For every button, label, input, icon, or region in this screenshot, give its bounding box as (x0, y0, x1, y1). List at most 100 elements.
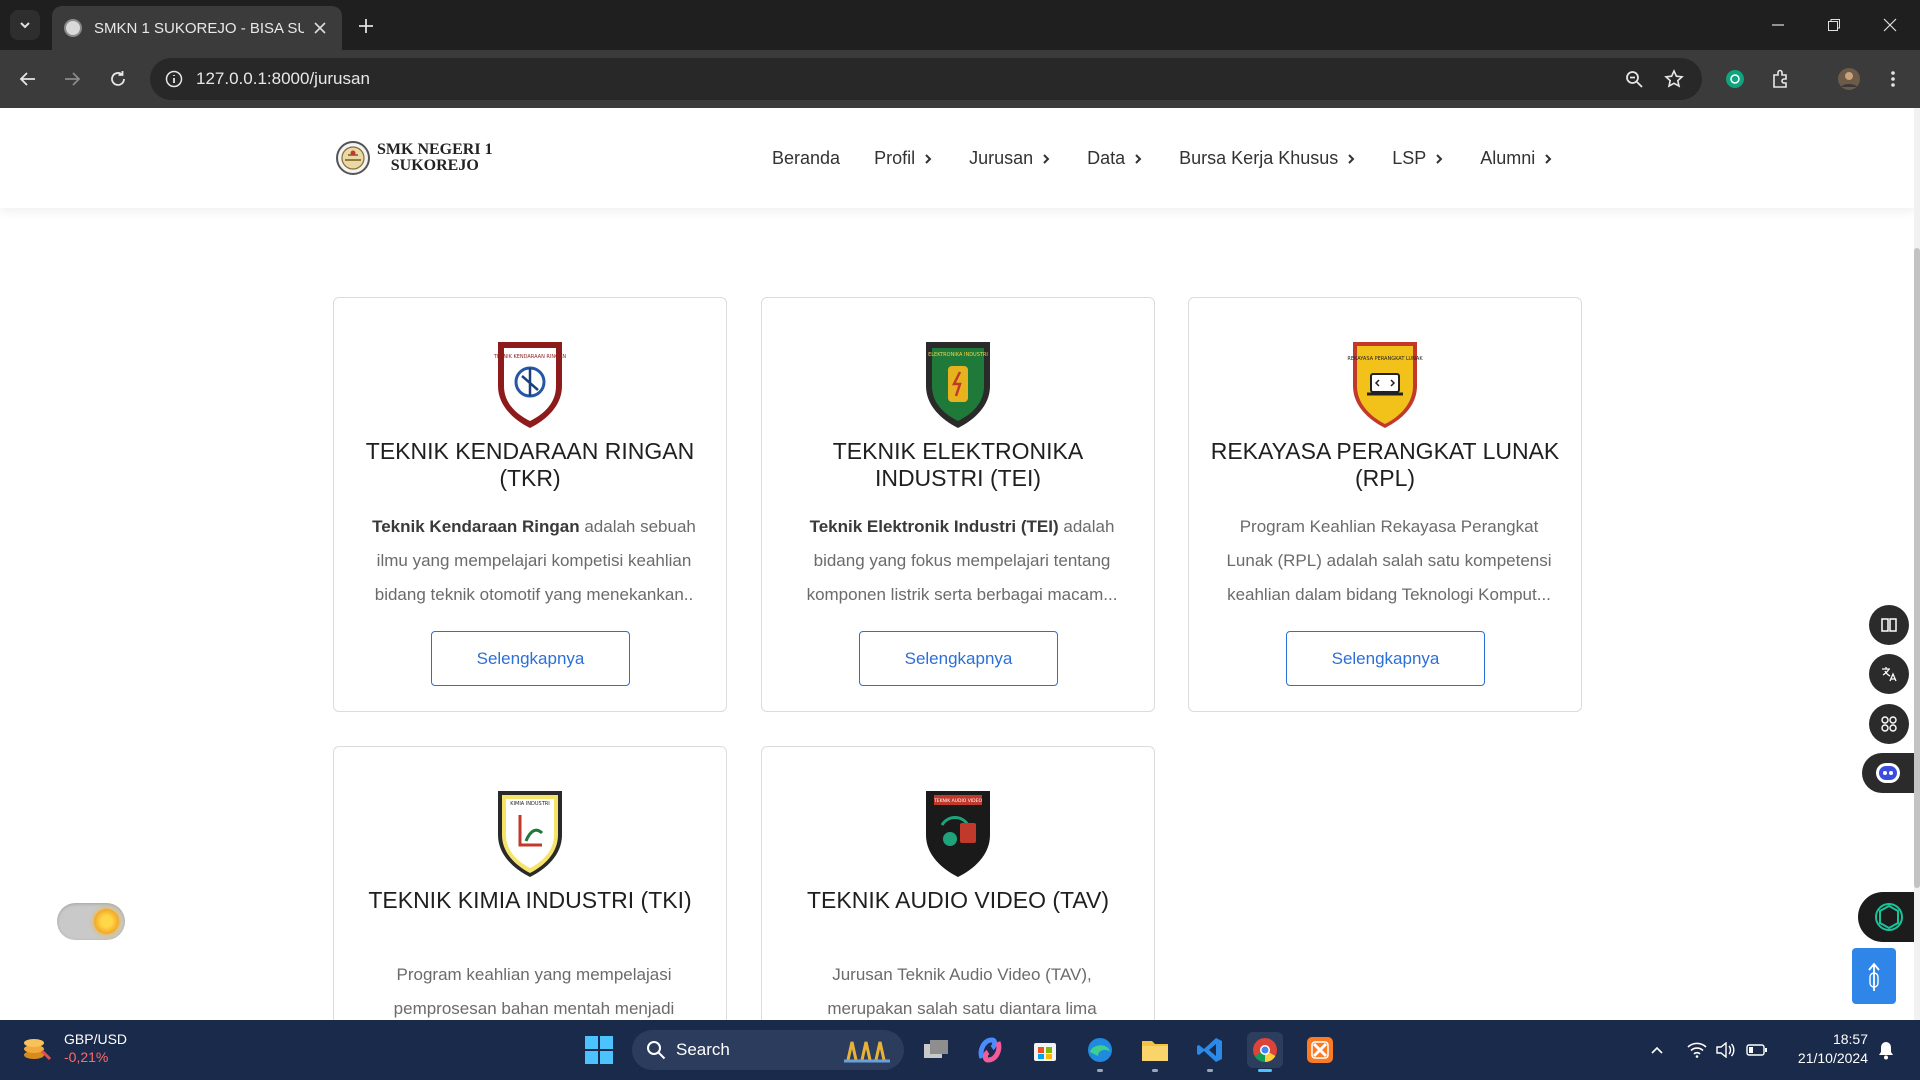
close-tab-icon[interactable] (310, 18, 330, 38)
store-app[interactable] (1027, 1032, 1063, 1068)
bookmark-star-icon[interactable] (1660, 65, 1688, 93)
back-button[interactable] (12, 63, 44, 95)
vscode-app[interactable] (1192, 1032, 1228, 1072)
running-indicator (1152, 1069, 1158, 1072)
nav-item-jurusan[interactable]: Jurusan (969, 148, 1053, 169)
system-clock[interactable]: 18:57 21/10/2024 (1788, 1030, 1868, 1068)
ticker-change: -0,21% (64, 1049, 109, 1065)
edge-app[interactable] (1082, 1032, 1118, 1072)
coins-icon (24, 1039, 52, 1061)
department-card-rpl: REKAYASA PERANGKAT LUNAK REKAYASA PERANG… (1188, 297, 1582, 712)
windows-start-icon[interactable] (584, 1035, 614, 1065)
battery-status[interactable] (1745, 1038, 1769, 1062)
selengkapnya-button[interactable]: Selengkapnya (859, 631, 1058, 686)
card-description: Program keahlian yang mempelajasi pempro… (370, 958, 698, 1020)
bell-icon (1879, 1042, 1893, 1060)
notifications-button[interactable] (1874, 1038, 1898, 1062)
card-title: TEKNIK ELEKTRONIKA INDUSTRI (TEI) (832, 438, 1084, 491)
show-hidden-icons[interactable] (1645, 1038, 1669, 1062)
card-description: Program Keahlian Rekayasa Perangkat Luna… (1225, 510, 1553, 612)
department-card-tei: ELEKTRONIKA INDUSTRI TEKNIK ELEKTRONIKA … (761, 297, 1155, 712)
chatgpt-extension-icon[interactable] (1720, 64, 1750, 94)
tav-emblem-text: TEKNIK AUDIO VIDEO (933, 798, 982, 804)
nav-item-alumni[interactable]: Alumni (1480, 148, 1555, 169)
vscode-icon (1197, 1038, 1222, 1062)
card-description: Jurusan Teknik Audio Video (TAV), merupa… (798, 958, 1126, 1020)
chatgpt-icon (1875, 903, 1903, 931)
wifi-icon (1687, 1042, 1707, 1058)
nav-item-lsp[interactable]: LSP (1392, 148, 1446, 169)
chatgpt-button[interactable] (1858, 892, 1920, 942)
department-card-tav: TEKNIK AUDIO VIDEO TEKNIK AUDIO VIDEO (T… (761, 746, 1155, 1020)
theme-toggle[interactable] (57, 903, 125, 940)
minimize-button[interactable] (1750, 0, 1806, 50)
nav-item-beranda[interactable]: Beranda (772, 148, 840, 169)
chrome-icon (1253, 1038, 1277, 1062)
selengkapnya-button[interactable]: Selengkapnya (1286, 631, 1485, 686)
site-info-icon[interactable] (160, 65, 188, 93)
address-bar[interactable]: 127.0.0.1:8000/jurusan (150, 58, 1702, 100)
arrow-up-icon (1868, 962, 1880, 991)
taskbar-search[interactable]: Search (632, 1030, 904, 1070)
apps-button[interactable] (1869, 704, 1909, 744)
xampp-app[interactable] (1302, 1032, 1338, 1068)
school-name-line1: SMK NEGERI 1 (377, 141, 493, 158)
translate-button[interactable] (1869, 654, 1909, 694)
browser-menu-icon[interactable] (1878, 64, 1908, 94)
nav-item-bursa-kerja-khusus[interactable]: Bursa Kerja Khusus (1179, 148, 1358, 169)
chevron-right-icon (1348, 153, 1355, 164)
tab-title: SMKN 1 SUKOREJO - BISA SUKSES (94, 19, 304, 37)
task-view-icon (924, 1040, 948, 1058)
browser-tab[interactable]: SMKN 1 SUKOREJO - BISA SUKSES (52, 6, 342, 50)
chevron-up-icon (1651, 1046, 1663, 1054)
chevron-right-icon (1545, 153, 1552, 164)
nav-item-data[interactable]: Data (1087, 148, 1145, 169)
card-description-text: Jurusan Teknik Audio Video (TAV), merupa… (827, 965, 1097, 1018)
file-explorer-app[interactable] (1137, 1032, 1173, 1072)
chevron-right-icon (1043, 153, 1050, 164)
scrollbar-thumb[interactable] (1914, 248, 1920, 888)
apps-grid-icon (1881, 716, 1897, 732)
card-title: TEKNIK KIMIA INDUSTRI (TKI) (368, 887, 692, 913)
tei-emblem-text: ELEKTRONIKA INDUSTRI (928, 352, 988, 358)
translate-icon (1882, 667, 1897, 682)
card-description-text: Program keahlian yang mempelajasi pempro… (393, 965, 675, 1018)
selengkapnya-button[interactable]: Selengkapnya (431, 631, 630, 686)
main-nav: Beranda Profil Jurusan Data Bursa Kerja … (772, 148, 1589, 169)
tab-search-button[interactable] (10, 10, 40, 40)
volume-status[interactable] (1713, 1038, 1737, 1062)
new-tab-button[interactable] (352, 12, 380, 40)
wifi-status[interactable] (1685, 1038, 1709, 1062)
copilot-icon (978, 1037, 1002, 1063)
extensions-icon[interactable] (1766, 64, 1796, 94)
restore-button[interactable] (1806, 0, 1862, 50)
copilot-app[interactable] (972, 1032, 1008, 1068)
school-logo[interactable]: SMK NEGERI 1 SUKOREJO (335, 138, 493, 178)
zoom-icon[interactable] (1620, 65, 1648, 93)
close-icon (1883, 18, 1897, 32)
forward-button[interactable] (56, 63, 88, 95)
close-window-button[interactable] (1862, 0, 1918, 50)
reload-icon (111, 71, 125, 86)
plus-icon (359, 19, 373, 33)
tkr-emblem-text: TEKNIK KENDARAAN RINGAN (493, 354, 567, 360)
clock-time: 18:57 (1832, 1031, 1868, 1047)
reader-mode-button[interactable] (1869, 605, 1909, 645)
reload-button[interactable] (102, 63, 134, 95)
card-title: REKAYASA PERANGKAT LUNAK (RPL) (1210, 438, 1560, 491)
speaker-icon (1716, 1042, 1735, 1058)
scroll-to-top-button[interactable] (1852, 948, 1896, 1004)
chrome-app[interactable] (1247, 1032, 1283, 1072)
url-text[interactable]: 127.0.0.1:8000/jurusan (196, 69, 370, 89)
task-view-app[interactable] (918, 1032, 954, 1068)
market-widget[interactable]: GBP/USD -0,21% (20, 1030, 127, 1066)
assistant-button[interactable] (1862, 753, 1914, 793)
page-scrollbar[interactable] (1914, 108, 1920, 1020)
card-title: TEKNIK AUDIO VIDEO (TAV) (806, 887, 1110, 913)
nav-item-profil[interactable]: Profil (874, 148, 935, 169)
tkr-emblem-icon: TEKNIK KENDARAAN RINGAN (493, 342, 567, 428)
tei-emblem-icon: ELEKTRONIKA INDUSTRI (926, 342, 990, 428)
tki-emblem-text: KIMIA INDUSTRI (510, 801, 549, 807)
profile-avatar[interactable] (1834, 64, 1864, 94)
battery-icon (1746, 1044, 1767, 1056)
